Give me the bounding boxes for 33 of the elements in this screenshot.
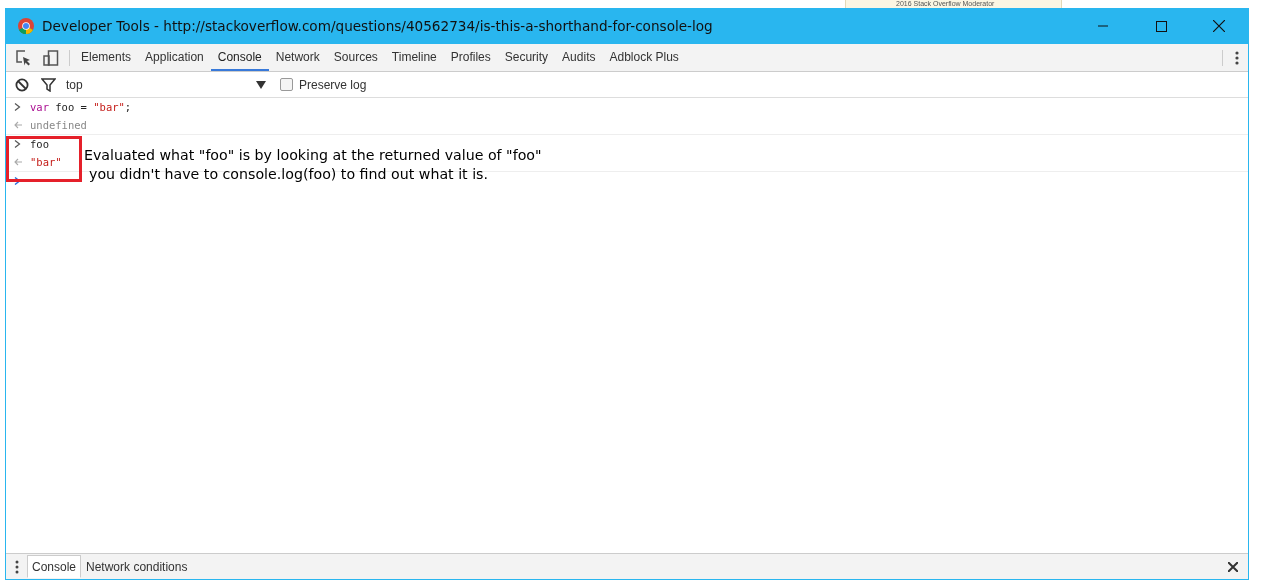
panel-tab[interactable]: Application (138, 44, 211, 71)
panel-tab[interactable]: Sources (326, 44, 385, 71)
drawer-tab[interactable]: Console (27, 555, 82, 578)
inspect-element-icon[interactable] (15, 48, 31, 67)
panel-tab[interactable]: Profiles (443, 44, 498, 71)
panel-tab[interactable]: Adblock Plus (602, 44, 686, 71)
browser-logo-icon (18, 18, 34, 34)
context-dropdown[interactable]: top (62, 74, 272, 95)
annotation-text: you didn't have to console.log(foo) to find out what it is. (88, 165, 490, 184)
panel-tab[interactable]: Network (268, 44, 327, 71)
console-input-text: var foo = "bar"; (30, 101, 132, 113)
input-chevron-icon (14, 140, 21, 148)
result-arrow-icon (14, 121, 22, 129)
panel-tab[interactable]: Security (497, 44, 556, 71)
console-result-text: "bar" (30, 156, 62, 168)
console-result-text: undefined (30, 119, 87, 131)
filter-icon[interactable] (41, 75, 56, 94)
preserve-log-label: Preserve log (299, 77, 367, 92)
panel-tab[interactable]: Audits (555, 44, 603, 71)
device-mode-icon[interactable] (43, 48, 59, 67)
panel-tab[interactable]: Timeline (384, 44, 444, 71)
maximize-icon (1155, 20, 1167, 32)
annotation-text: Evaluated what "foo" is by looking at the returned value of "foo" (84, 146, 542, 165)
input-chevron-icon (14, 103, 21, 111)
drawer-tab[interactable]: Network conditions (81, 555, 193, 578)
window-title: Developer Tools - http://stackoverflow.com/questions/40562734/is-this-a-shorthand-for-console-log (42, 18, 713, 34)
preserve-log-checkbox[interactable] (280, 78, 293, 91)
dropdown-triangle-icon (256, 80, 266, 89)
panel-tab[interactable]: Elements (74, 44, 139, 71)
console-input-text: foo (30, 138, 49, 150)
result-arrow-icon (14, 158, 22, 166)
prompt-chevron-icon (14, 177, 21, 185)
close-icon (1213, 20, 1225, 32)
